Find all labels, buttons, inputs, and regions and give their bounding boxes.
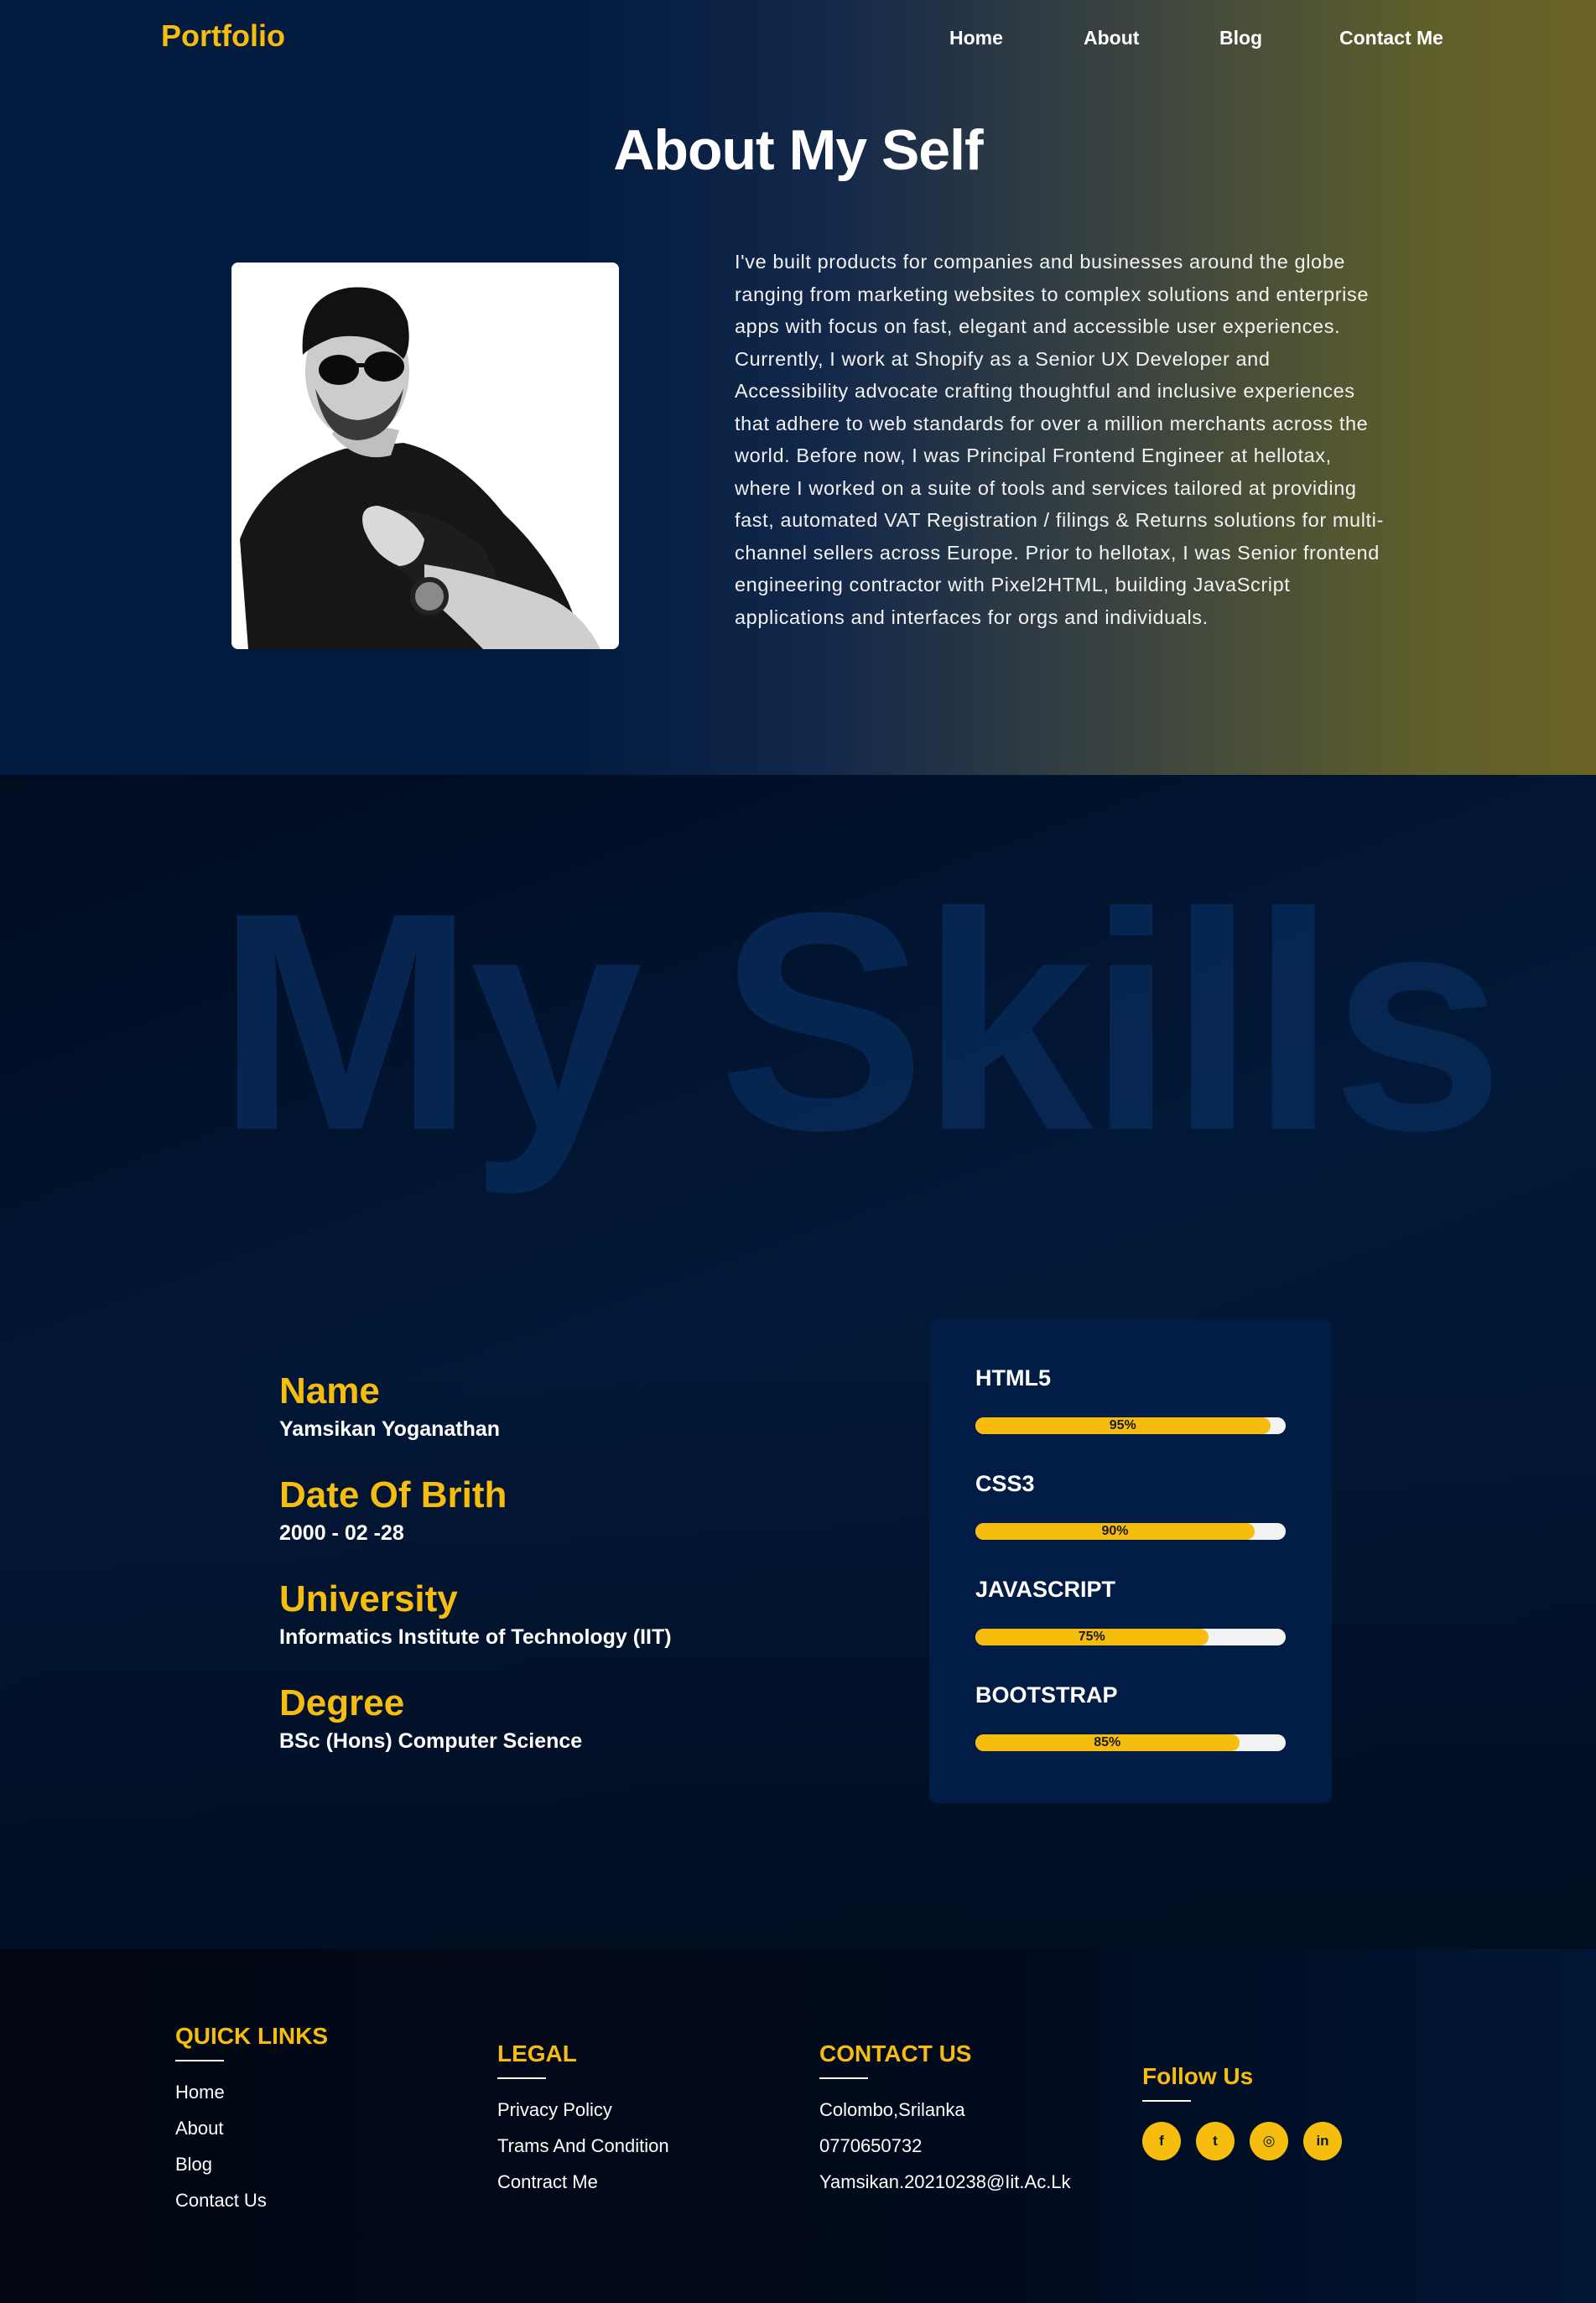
info-name: Name Yamsikan Yoganathan [279,1370,866,1474]
twitter-icon[interactable]: t [1196,2122,1235,2160]
instagram-icon[interactable]: ◎ [1250,2122,1288,2160]
footer: QUICK LINKS Home About Blog Contact Us L… [0,1949,1596,2303]
personal-info: Name Yamsikan Yoganathan Date Of Brith 2… [279,1370,866,1786]
footer-follow: Follow Us f t ◎ in [1142,2063,1342,2160]
social-links: f t ◎ in [1142,2122,1342,2160]
footer-link-contact[interactable]: Contact Us [175,2188,328,2224]
skill-name: BOOTSTRAP [975,1682,1118,1708]
footer-title: CONTACT US [819,2040,972,2066]
footer-quick-links: QUICK LINKS Home About Blog Contact Us [175,2023,328,2224]
contact-email[interactable]: Yamsikan.20210238@Iit.Ac.Lk [819,2170,1071,2206]
skill-progress-fill: 85% [975,1734,1240,1751]
info-label: University [279,1578,458,1619]
footer-divider [497,2077,546,2079]
skill-bootstrap: BOOTSTRAP 85% [975,1682,1286,1751]
footer-link-terms[interactable]: Trams And Condition [497,2134,669,2170]
about-section: Portfolio Home About Blog Contact Me Abo… [0,0,1596,775]
profile-photo-illustration [231,263,619,649]
linkedin-icon[interactable]: in [1303,2122,1342,2160]
info-value: BSc (Hons) Computer Science [279,1729,583,1753]
footer-divider [1142,2100,1191,2102]
footer-link-about[interactable]: About [175,2116,328,2152]
skill-progress-bar: 85% [975,1734,1286,1751]
info-date-of-birth: Date Of Brith 2000 - 02 -28 [279,1474,866,1578]
skills-heading-background: My Skills [216,849,1505,1195]
info-degree: Degree BSc (Hons) Computer Science [279,1682,866,1786]
skill-progress-bar: 95% [975,1417,1286,1434]
footer-link-list: Privacy Policy Trams And Condition Contr… [497,2098,669,2206]
skill-html5: HTML5 95% [975,1365,1286,1434]
info-label: Degree [279,1682,405,1723]
skill-progress-fill: 95% [975,1417,1271,1434]
about-description: I've built products for companies and bu… [735,251,1384,628]
footer-divider [175,2060,224,2061]
footer-link-blog[interactable]: Blog [175,2152,328,2188]
skill-name: CSS3 [975,1471,1035,1496]
skill-progress-bar: 90% [975,1523,1286,1540]
info-value: 2000 - 02 -28 [279,1521,404,1545]
nav-link-blog[interactable]: Blog [1219,27,1262,49]
info-value: Yamsikan Yoganathan [279,1417,501,1441]
footer-contact: CONTACT US Colombo,Srilanka 0770650732 Y… [819,2040,1071,2206]
skills-section: My Skills Name Yamsikan Yoganathan Date … [0,775,1596,1949]
skill-name: HTML5 [975,1365,1051,1391]
footer-divider [819,2077,868,2079]
skill-name: JAVASCRIPT [975,1577,1116,1602]
contact-address: Colombo,Srilanka [819,2099,965,2120]
skill-css3: CSS3 90% [975,1471,1286,1540]
footer-title: QUICK LINKS [175,2023,328,2049]
skill-progress-bar: 75% [975,1629,1286,1645]
skill-progress-fill: 90% [975,1523,1255,1540]
facebook-icon[interactable]: f [1142,2122,1181,2160]
info-label: Date Of Brith [279,1474,507,1515]
nav-link-contact[interactable]: Contact Me [1339,27,1443,49]
skills-card: HTML5 95% CSS3 90% JAVASCRIPT 75% BOOTST… [929,1318,1332,1803]
info-label: Name [279,1370,380,1411]
nav-link-about[interactable]: About [1084,27,1139,49]
nav-link-home[interactable]: Home [949,27,1003,49]
page-title: About My Self [613,118,983,182]
footer-legal: LEGAL Privacy Policy Trams And Condition… [497,2040,669,2206]
footer-link-list: Home About Blog Contact Us [175,2080,328,2224]
skill-progress-fill: 75% [975,1629,1209,1645]
contact-phone[interactable]: 0770650732 [819,2134,1071,2170]
profile-photo [231,263,619,649]
footer-link-privacy[interactable]: Privacy Policy [497,2098,669,2134]
main-nav: Home About Blog Contact Me [0,27,1596,52]
info-value: Informatics Institute of Technology (IIT… [279,1625,672,1649]
info-university: University Informatics Institute of Tech… [279,1578,866,1682]
footer-title: LEGAL [497,2040,577,2066]
footer-title: Follow Us [1142,2063,1254,2089]
footer-link-home[interactable]: Home [175,2080,328,2116]
footer-link-contract[interactable]: Contract Me [497,2170,669,2206]
footer-contact-list: Colombo,Srilanka 0770650732 Yamsikan.202… [819,2098,1071,2206]
skill-javascript: JAVASCRIPT 75% [975,1577,1286,1645]
